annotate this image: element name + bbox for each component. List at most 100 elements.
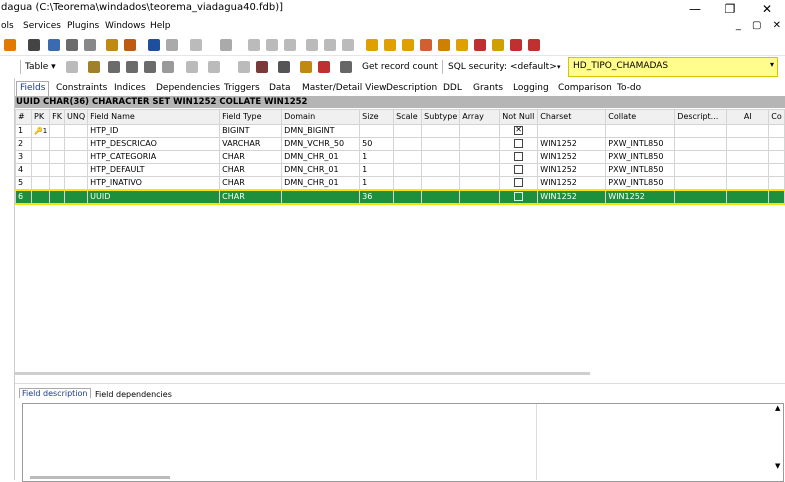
field-type-cell[interactable]: BIGINT	[219, 124, 283, 138]
cut-icon[interactable]	[248, 39, 260, 51]
scale-cell[interactable]	[393, 124, 423, 138]
close-button[interactable]: ✕	[752, 0, 782, 18]
column-header[interactable]: Subtype	[421, 109, 461, 125]
collate-cell[interactable]	[605, 124, 676, 138]
field-type-cell[interactable]: CHAR	[219, 176, 283, 191]
domain-cell[interactable]: DMN_CHR_01	[281, 163, 361, 177]
tab-data[interactable]: Data	[269, 83, 291, 93]
not-null-cell[interactable]	[499, 189, 539, 205]
run-icon[interactable]	[166, 39, 178, 51]
field-type-cell[interactable]: VARCHAR	[219, 137, 283, 151]
menu-windows[interactable]: Windows	[105, 21, 145, 31]
compile3-icon[interactable]	[342, 39, 354, 51]
fields-grid[interactable]: # PK FK UNQ Field Name Field Type Domain…	[15, 109, 785, 379]
column-header[interactable]: #	[15, 109, 32, 125]
array-cell[interactable]	[459, 124, 501, 138]
tab-todo[interactable]: To-do	[617, 83, 641, 93]
co-cell[interactable]	[768, 150, 785, 164]
menu-plugins[interactable]: Plugins	[67, 21, 99, 31]
charset-cell[interactable]: WIN1252	[537, 176, 607, 191]
tab-field-dependencies[interactable]: Field dependencies	[95, 390, 172, 399]
column-header[interactable]: AI	[726, 109, 770, 125]
tab-description[interactable]: Description	[386, 83, 437, 93]
description-cell[interactable]	[674, 176, 728, 191]
collate-cell[interactable]: PXW_INTL850	[605, 150, 676, 164]
charset-cell[interactable]: WIN1252	[537, 150, 607, 164]
role-editor-icon[interactable]	[510, 39, 522, 51]
add-field-icon[interactable]	[88, 61, 100, 73]
charset-cell[interactable]: WIN1252	[537, 163, 607, 177]
print-icon[interactable]	[278, 61, 290, 73]
charset-cell[interactable]: WIN1252	[537, 137, 607, 151]
ai-cell[interactable]	[726, 176, 770, 191]
domain-cell[interactable]: DMN_BIGINT	[281, 124, 361, 138]
maximize-button[interactable]: ❐	[715, 0, 745, 18]
table-row[interactable]: 1 🔑1 HTP_ID BIGINT DMN_BIGINT	[15, 124, 785, 138]
rollback-icon[interactable]	[208, 61, 220, 73]
scale-cell[interactable]	[393, 137, 423, 151]
collate-cell[interactable]: PXW_INTL850	[605, 163, 676, 177]
column-header[interactable]: Domain	[281, 109, 361, 125]
subtype-cell[interactable]	[421, 137, 461, 151]
column-header[interactable]: Co	[768, 109, 785, 125]
not-null-cell[interactable]	[499, 137, 539, 151]
column-header[interactable]: FK	[49, 109, 66, 125]
column-header[interactable]: Field Type	[219, 109, 283, 125]
grants-icon[interactable]	[318, 61, 330, 73]
chevron-down-icon[interactable]: ▾	[770, 60, 774, 69]
table-selector[interactable]: HD_TIPO_CHAMADAS ▾	[568, 57, 778, 77]
description-cell[interactable]	[674, 189, 728, 205]
db-connect-icon[interactable]	[28, 39, 40, 51]
column-header[interactable]: Not Null	[499, 109, 539, 125]
get-record-count-button[interactable]: Get record count	[362, 60, 438, 74]
scroll-down-icon[interactable]: ▼	[775, 462, 780, 470]
array-cell[interactable]	[459, 137, 501, 151]
insert-field-icon[interactable]	[108, 61, 120, 73]
column-header[interactable]: Scale	[393, 109, 423, 125]
generator-editor-icon[interactable]	[438, 39, 450, 51]
compile-icon[interactable]	[306, 39, 318, 51]
sql-security-select[interactable]: <default>	[510, 60, 557, 74]
ai-cell[interactable]	[726, 150, 770, 164]
size-cell[interactable]: 1	[359, 163, 395, 177]
not-null-checkbox[interactable]	[514, 192, 524, 201]
co-cell[interactable]	[768, 189, 785, 205]
copy-object-icon[interactable]	[238, 61, 250, 73]
table-row-selected[interactable]: 6 UUID CHAR 36 WIN1252 WIN1252	[15, 189, 785, 205]
not-null-checkbox[interactable]	[514, 139, 524, 148]
table-row[interactable]: 3 HTP_CATEGORIA CHAR DMN_CHR_01 1 WIN125…	[15, 150, 785, 164]
field-name-cell[interactable]: HTP_INATIVO	[87, 176, 221, 191]
description-cell[interactable]	[674, 137, 728, 151]
domain-cell[interactable]: DMN_CHR_01	[281, 150, 361, 164]
charset-cell[interactable]	[537, 124, 607, 138]
tab-master-detail-view[interactable]: Master/Detail View	[302, 83, 387, 93]
description-cell[interactable]	[674, 150, 728, 164]
column-header[interactable]: Descript...	[674, 109, 728, 125]
domain-cell[interactable]	[281, 189, 361, 205]
co-cell[interactable]	[768, 163, 785, 177]
db-register-icon[interactable]	[48, 39, 60, 51]
ai-cell[interactable]	[726, 124, 770, 138]
array-cell[interactable]	[459, 150, 501, 164]
column-header[interactable]: Field Name	[87, 109, 221, 125]
copy-icon[interactable]	[266, 39, 278, 51]
subtype-cell[interactable]	[421, 176, 461, 191]
table-row[interactable]: 2 HTP_DESCRICAO VARCHAR DMN_VCHR_50 50 W…	[15, 137, 785, 151]
new-object-icon[interactable]	[190, 39, 202, 51]
co-cell[interactable]	[768, 124, 785, 138]
co-cell[interactable]	[768, 176, 785, 191]
vertical-scrollbar[interactable]: ▲ ▼	[774, 404, 784, 474]
field-type-cell[interactable]: CHAR	[219, 163, 283, 177]
subtype-cell[interactable]	[421, 189, 461, 205]
mdi-window-controls[interactable]: _ ▢ ✕	[736, 20, 785, 31]
tools-icon[interactable]	[124, 39, 136, 51]
subtype-cell[interactable]	[421, 150, 461, 164]
scale-cell[interactable]	[393, 163, 423, 177]
column-header[interactable]: Array	[459, 109, 501, 125]
charset-cell[interactable]: WIN1252	[537, 189, 607, 205]
field-name-cell[interactable]: HTP_DEFAULT	[87, 163, 221, 177]
tab-triggers[interactable]: Triggers	[224, 83, 260, 93]
menu-help[interactable]: Help	[150, 21, 171, 31]
tab-grants[interactable]: Grants	[473, 83, 503, 93]
not-null-cell[interactable]	[499, 150, 539, 164]
